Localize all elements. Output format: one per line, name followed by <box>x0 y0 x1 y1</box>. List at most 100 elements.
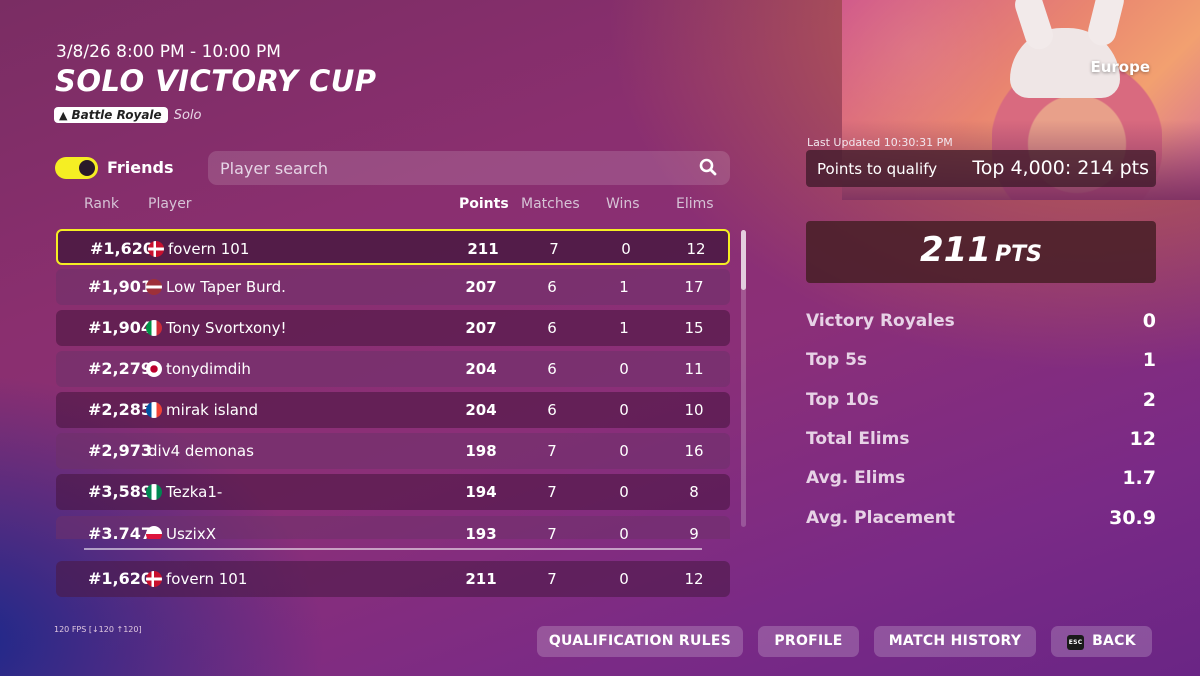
mode-badge: ▲ Battle Royale <box>54 107 168 123</box>
total-points-box: 211 PTS <box>806 221 1156 283</box>
column-header-player: Player <box>148 196 192 212</box>
row-player: fovern 101 <box>168 240 250 258</box>
flag-icon <box>146 526 162 539</box>
table-row[interactable]: #3,747 UszixX 193 7 0 9 <box>56 516 730 539</box>
row-player: mirak island <box>166 401 258 419</box>
points-to-qualify: Points to qualify Top 4,000: 214 pts <box>806 150 1156 187</box>
stat-label: Top 10s <box>806 390 879 410</box>
row-player: div4 demonas <box>148 442 254 460</box>
row-matches: 7 <box>549 240 559 258</box>
region-label: Europe <box>1090 58 1150 76</box>
battle-royale-icon: ▲ <box>59 108 68 122</box>
flag-icon <box>146 402 162 418</box>
table-row[interactable]: #1,620 fovern 101 211 7 0 12 <box>56 229 730 265</box>
flag-icon <box>146 571 162 587</box>
row-elims: 10 <box>684 401 704 419</box>
row-rank: #2,285 <box>88 400 153 419</box>
qualification-rules-button[interactable]: QUALIFICATION RULES <box>537 626 743 657</box>
stat-top-10s: Top 10s 2 <box>806 389 1156 414</box>
row-wins: 0 <box>619 401 629 419</box>
points-unit: PTS <box>995 242 1042 267</box>
row-rank: #1,901 <box>88 277 153 296</box>
total-points-value: 211 <box>920 230 991 270</box>
row-player: Tony Svortxony! <box>166 319 287 337</box>
search-icon[interactable] <box>698 157 718 177</box>
flag-icon <box>148 241 164 257</box>
mode-row: ▲ Battle Royale Solo <box>54 107 201 123</box>
stat-value: 1 <box>1142 349 1156 371</box>
row-points: 211 <box>465 570 497 588</box>
row-matches: 6 <box>547 401 557 419</box>
leaderboard-list[interactable]: #1,620 fovern 101 211 7 0 12 #1,901 Low … <box>56 226 730 539</box>
row-points: 207 <box>465 319 497 337</box>
table-row[interactable]: #2,973 div4 demonas 198 7 0 16 <box>56 433 730 469</box>
stat-label: Total Elims <box>806 429 910 449</box>
row-rank: #2,973 <box>88 441 153 460</box>
self-row[interactable]: #1,620 fovern 101 211 7 0 12 <box>56 561 730 597</box>
profile-button[interactable]: PROFILE <box>758 626 859 657</box>
friends-label: Friends <box>107 158 174 177</box>
table-row[interactable]: #1,901 Low Taper Burd. 207 6 1 17 <box>56 269 730 305</box>
row-elims: 16 <box>684 442 704 460</box>
stat-label: Avg. Placement <box>806 508 956 528</box>
scrollbar-thumb[interactable] <box>741 230 746 290</box>
row-wins: 1 <box>619 278 629 296</box>
row-matches: 6 <box>547 278 557 296</box>
row-rank: #3,589 <box>88 482 153 501</box>
column-header-elims[interactable]: Elims <box>676 196 714 212</box>
column-header-wins[interactable]: Wins <box>606 196 640 212</box>
table-row[interactable]: #2,285 mirak island 204 6 0 10 <box>56 392 730 428</box>
row-matches: 7 <box>547 525 557 539</box>
row-rank: #1,904 <box>88 318 153 337</box>
row-points: 211 <box>467 240 499 258</box>
row-wins: 0 <box>619 483 629 501</box>
row-points: 194 <box>465 483 497 501</box>
friends-toggle[interactable] <box>55 157 98 179</box>
row-player: Tezka1- <box>166 483 223 501</box>
row-elims: 12 <box>686 240 706 258</box>
column-header-rank: Rank <box>84 196 119 212</box>
stat-value: 1.7 <box>1122 467 1156 489</box>
flag-icon <box>146 279 162 295</box>
divider <box>84 548 702 550</box>
row-elims: 17 <box>684 278 704 296</box>
qualify-value: Top 4,000: 214 pts <box>972 157 1149 179</box>
table-row[interactable]: #3,589 Tezka1- 194 7 0 8 <box>56 474 730 510</box>
row-matches: 6 <box>547 360 557 378</box>
fps-counter: 120 FPS [↓120 ↑120] <box>54 625 142 634</box>
stat-avg-placement: Avg. Placement 30.9 <box>806 507 1156 532</box>
back-button[interactable]: ESC BACK <box>1051 626 1152 657</box>
row-elims: 12 <box>684 570 704 588</box>
event-time: 3/8/26 8:00 PM - 10:00 PM <box>56 42 281 62</box>
qualify-label: Points to qualify <box>817 160 938 178</box>
leaderboard-scrollbar[interactable] <box>741 230 746 527</box>
row-rank: #3,747 <box>88 524 153 539</box>
total-points: 211 PTS <box>920 230 1042 270</box>
row-wins: 0 <box>619 360 629 378</box>
stat-label: Top 5s <box>806 350 868 370</box>
stat-value: 2 <box>1142 389 1156 411</box>
row-player: tonydimdih <box>166 360 251 378</box>
row-matches: 7 <box>547 442 557 460</box>
player-search-input[interactable]: Player search <box>208 151 730 185</box>
table-row[interactable]: #2,279 tonydimdih 204 6 0 11 <box>56 351 730 387</box>
row-points: 198 <box>465 442 497 460</box>
column-header-matches[interactable]: Matches <box>521 196 580 212</box>
mode-badge-label: Battle Royale <box>71 108 162 122</box>
column-header-points[interactable]: Points <box>459 196 509 212</box>
row-player: UszixX <box>166 525 216 539</box>
row-matches: 7 <box>547 483 557 501</box>
stat-value: 12 <box>1129 428 1156 450</box>
mode-type: Solo <box>173 107 202 123</box>
event-title: SOLO VICTORY CUP <box>55 64 377 98</box>
stat-label: Victory Royales <box>806 311 955 331</box>
row-rank: #1,620 <box>88 569 153 588</box>
row-rank: #2,279 <box>88 359 153 378</box>
table-row[interactable]: #1,904 Tony Svortxony! 207 6 1 15 <box>56 310 730 346</box>
match-history-button[interactable]: MATCH HISTORY <box>874 626 1036 657</box>
flag-icon <box>146 320 162 336</box>
row-matches: 6 <box>547 319 557 337</box>
stat-avg-elims: Avg. Elims 1.7 <box>806 467 1156 492</box>
row-wins: 1 <box>619 319 629 337</box>
row-elims: 15 <box>684 319 704 337</box>
